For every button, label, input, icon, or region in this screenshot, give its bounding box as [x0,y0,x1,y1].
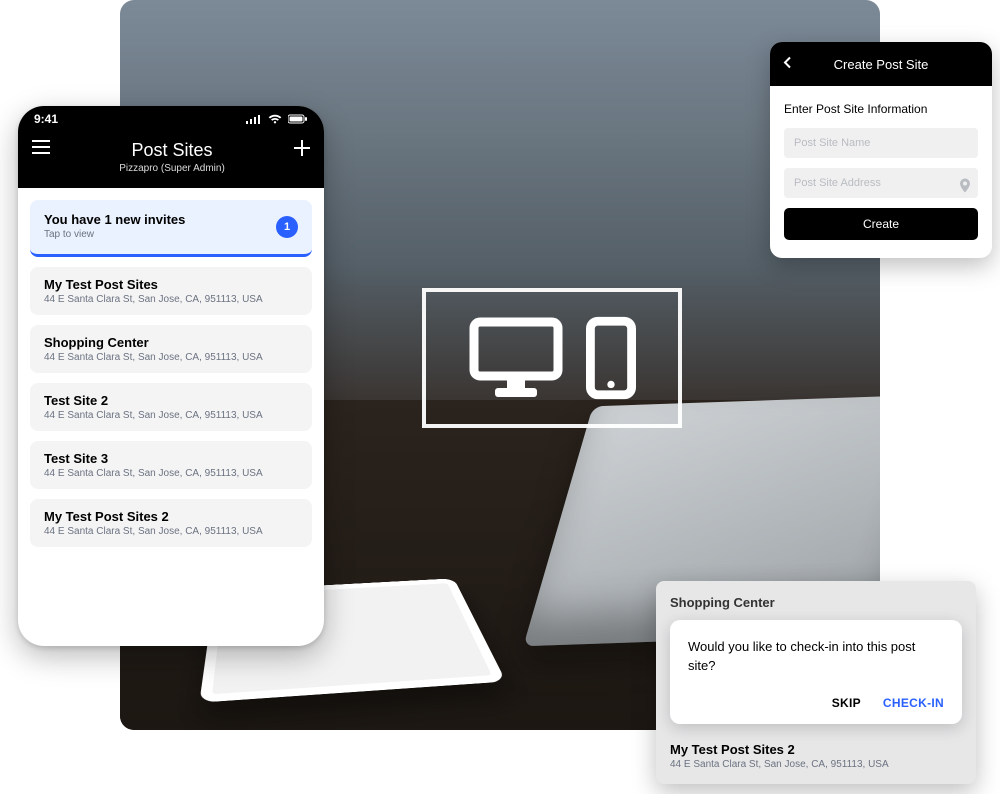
site-address: 44 E Santa Clara St, San Jose, CA, 95111… [44,410,298,421]
menu-button[interactable] [32,140,50,157]
site-name: My Test Post Sites [44,277,298,292]
post-site-address-input[interactable] [784,168,978,198]
phone-icon [586,316,636,400]
site-address: 44 E Santa Clara St, San Jose, CA, 95111… [670,759,962,770]
page-subtitle: Pizzapro (Super Admin) [50,163,294,174]
site-name: My Test Post Sites 2 [44,509,298,524]
site-card[interactable]: My Test Post Sites 2 44 E Santa Clara St… [30,499,312,547]
site-name: My Test Post Sites 2 [670,742,962,757]
site-name: Test Site 2 [44,393,298,408]
checkin-message: Would you like to check-in into this pos… [688,638,944,676]
create-post-site-panel: Create Post Site Enter Post Site Informa… [770,42,992,258]
status-time: 9:41 [34,112,58,126]
wifi-icon [268,114,282,124]
signal-icon [246,114,262,124]
site-address: 44 E Santa Clara St, San Jose, CA, 95111… [44,468,298,479]
create-header: Create Post Site [770,42,992,86]
page-title: Post Sites [50,140,294,161]
site-card[interactable]: Test Site 3 44 E Santa Clara St, San Jos… [30,441,312,489]
desktop-icon [468,316,564,400]
chevron-left-icon [782,56,794,70]
skip-button[interactable]: SKIP [832,696,861,710]
invites-subtitle: Tap to view [44,229,298,240]
invites-banner[interactable]: You have 1 new invites Tap to view 1 [30,200,312,257]
back-button[interactable] [782,56,794,73]
battery-icon [288,114,308,124]
invites-title: You have 1 new invites [44,212,298,227]
site-name: Test Site 3 [44,451,298,466]
create-title: Create Post Site [834,57,929,72]
hamburger-icon [32,140,50,154]
checkin-context-site: Shopping Center [670,595,962,610]
location-pin-icon [960,179,970,198]
site-address: 44 E Santa Clara St, San Jose, CA, 95111… [44,526,298,537]
create-section-label: Enter Post Site Information [784,102,978,116]
site-name: Shopping Center [44,335,298,350]
status-bar: 9:41 [18,106,324,132]
create-button[interactable]: Create [784,208,978,240]
checkin-button[interactable]: CHECK-IN [883,696,944,710]
checkin-dialog: Would you like to check-in into this pos… [670,620,962,724]
site-address: 44 E Santa Clara St, San Jose, CA, 95111… [44,352,298,363]
checkin-panel: Shopping Center Would you like to check-… [656,581,976,784]
site-card[interactable]: Shopping Center 44 E Santa Clara St, San… [30,325,312,373]
add-button[interactable] [294,140,310,159]
site-address: 44 E Santa Clara St, San Jose, CA, 95111… [44,294,298,305]
invites-count-badge: 1 [276,216,298,238]
post-site-name-input[interactable] [784,128,978,158]
plus-icon [294,140,310,156]
next-site-preview[interactable]: My Test Post Sites 2 44 E Santa Clara St… [670,742,962,770]
phone-header: Post Sites Pizzapro (Super Admin) [18,132,324,188]
devices-badge [422,288,682,428]
site-card[interactable]: Test Site 2 44 E Santa Clara St, San Jos… [30,383,312,431]
site-card[interactable]: My Test Post Sites 44 E Santa Clara St, … [30,267,312,315]
post-sites-phone: 9:41 Post Sites Pizzapro (Super Admin) Y… [18,106,324,646]
